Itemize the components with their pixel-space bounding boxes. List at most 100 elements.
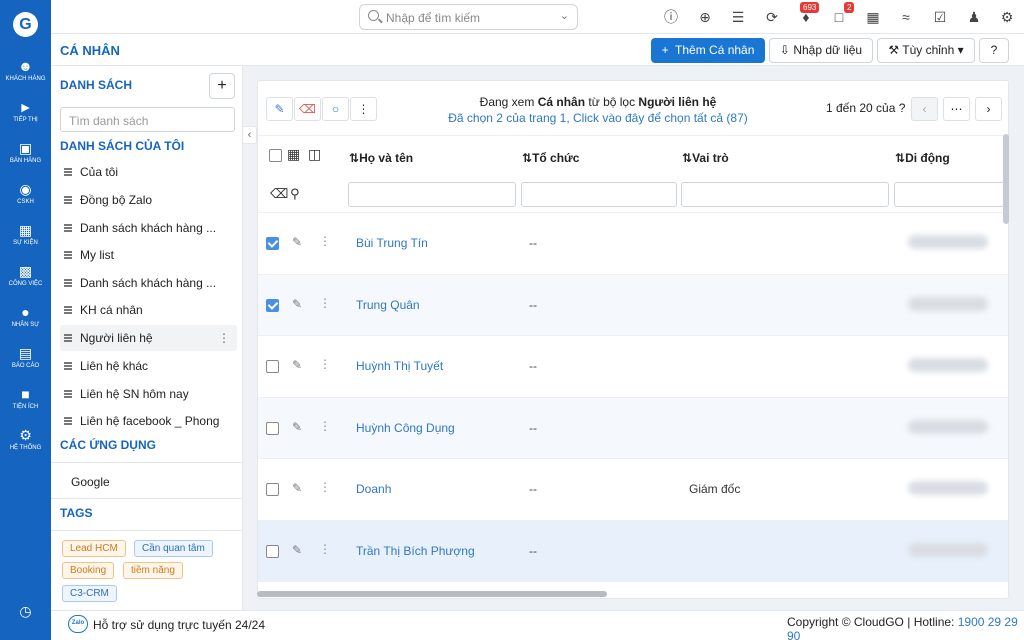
nav-item-support[interactable]: ◉ CSKH bbox=[0, 181, 51, 205]
list-item[interactable]: KH cá nhân bbox=[60, 297, 237, 323]
column-header-role[interactable]: ⇅Vai trò bbox=[682, 151, 729, 165]
list-item-selected[interactable]: Người liên hệ ⋮ bbox=[60, 325, 237, 351]
pencil-icon[interactable]: ✎ bbox=[292, 297, 302, 311]
nav-item-marketing[interactable]: ► TIẾP THỊ bbox=[0, 99, 51, 123]
row-checkbox[interactable] bbox=[266, 360, 279, 373]
tag-chip[interactable]: Booking bbox=[62, 562, 115, 579]
filter-mobile-input[interactable] bbox=[894, 182, 1006, 207]
main-nav-rail: G ☻ KHÁCH HÀNG ► TIẾP THỊ ▣ BÁN HÀNG ◉ CSKH … bbox=[0, 0, 51, 640]
horizontal-scrollbar[interactable] bbox=[257, 591, 607, 597]
list-item[interactable]: Liên hệ SN hôm nay bbox=[60, 381, 237, 407]
more-icon[interactable]: ⋮ bbox=[319, 419, 331, 433]
list-item[interactable]: Danh sách khách hàng ... bbox=[60, 215, 237, 241]
vertical-scrollbar[interactable] bbox=[1003, 134, 1009, 224]
customize-button[interactable]: ⚒ Tùy chỉnh ▾ bbox=[877, 38, 975, 63]
analytics-icon[interactable]: ≈ bbox=[897, 8, 915, 26]
list-item[interactable]: Đồng bộ Zalo bbox=[60, 187, 237, 213]
checkbox-icon[interactable]: ☑ bbox=[931, 8, 949, 26]
eraser-icon[interactable]: ⌫ bbox=[270, 186, 288, 202]
select-all-link[interactable]: Đã chọn 2 của trang 1, Click vào đây để … bbox=[398, 111, 798, 125]
next-page-button[interactable]: › bbox=[975, 97, 1002, 121]
nav-item-tasks[interactable]: ▩ CÔNG VIỆC bbox=[0, 263, 51, 287]
filter-name-input[interactable] bbox=[348, 182, 516, 207]
more-icon[interactable]: ⋮ bbox=[319, 357, 331, 371]
pencil-icon[interactable]: ✎ bbox=[292, 420, 302, 434]
tag-chip[interactable]: tiềm năng bbox=[123, 562, 183, 579]
list-item[interactable]: Danh sách khách hàng ... bbox=[60, 270, 237, 296]
columns-icon[interactable]: ◫ bbox=[308, 146, 321, 163]
list-icon[interactable]: ☰ bbox=[729, 8, 747, 26]
list-item[interactable]: My list bbox=[60, 242, 237, 268]
list-item[interactable]: Của tôi bbox=[60, 159, 237, 185]
column-header-organization[interactable]: ⇅Tổ chức bbox=[522, 151, 579, 165]
user-icon[interactable]: ♟ bbox=[965, 8, 983, 26]
collapse-sidebar-button[interactable]: ‹ bbox=[243, 126, 257, 144]
nav-item-system[interactable]: ⚙ HỆ THỐNG bbox=[0, 427, 51, 451]
filter-role-input[interactable] bbox=[681, 182, 889, 207]
nav-item-hr[interactable]: ● NHÂN SỰ bbox=[0, 304, 51, 328]
list-item[interactable]: Liên hệ facebook _ Phong bbox=[60, 408, 237, 434]
pencil-icon[interactable]: ✎ bbox=[292, 543, 302, 557]
app-logo[interactable]: G bbox=[13, 12, 38, 37]
app-item-google[interactable]: Google bbox=[71, 475, 110, 489]
pencil-icon[interactable]: ✎ bbox=[292, 481, 302, 495]
settings-icon[interactable]: ⚙ bbox=[998, 8, 1016, 26]
global-search-input[interactable]: Nhập để tìm kiếm ⌄ bbox=[359, 4, 578, 30]
message-selected-button[interactable]: ○ bbox=[322, 97, 349, 121]
support-link[interactable]: Hỗ trợ sử dụng trực tuyến 24/24 bbox=[93, 618, 265, 632]
more-actions-button[interactable]: ⋮ bbox=[350, 97, 377, 121]
more-icon[interactable]: ⋮ bbox=[319, 480, 331, 494]
filter-organization-input[interactable] bbox=[521, 182, 677, 207]
tag-chip[interactable]: Lead HCM bbox=[62, 540, 126, 557]
calendar-icon: ▦ bbox=[18, 222, 33, 238]
row-checkbox[interactable] bbox=[266, 237, 279, 250]
list-search-input[interactable]: Tìm danh sách bbox=[60, 107, 235, 132]
more-icon[interactable]: ⋮ bbox=[319, 234, 331, 248]
table-row[interactable]: ✎ ⋮ Trung Quân -- bbox=[258, 274, 1008, 336]
pencil-icon[interactable]: ✎ bbox=[292, 235, 302, 249]
search-icon[interactable]: ⚲ bbox=[290, 186, 300, 202]
delete-selected-button[interactable]: ⌫ bbox=[294, 97, 321, 121]
nav-item-utilities[interactable]: ■ TIỆN ÍCH bbox=[0, 386, 51, 410]
list-item[interactable]: Liên hệ khác bbox=[60, 353, 237, 379]
row-checkbox[interactable] bbox=[266, 299, 279, 312]
select-all-checkbox[interactable] bbox=[269, 149, 282, 162]
add-person-button[interactable]: + Thêm Cá nhân bbox=[651, 38, 765, 63]
pencil-icon[interactable]: ✎ bbox=[292, 358, 302, 372]
column-header-mobile[interactable]: ⇅Di động bbox=[895, 151, 950, 165]
list-icon bbox=[64, 390, 72, 397]
add-list-button[interactable]: + bbox=[209, 73, 235, 99]
prev-page-button[interactable]: ‹ bbox=[911, 97, 938, 121]
column-header-name[interactable]: ⇅Họ và tên bbox=[349, 151, 413, 165]
nav-item-sales[interactable]: ▣ BÁN HÀNG bbox=[0, 140, 51, 164]
table-view-icon[interactable]: ▦ bbox=[287, 146, 300, 163]
edit-selected-button[interactable]: ✎ bbox=[266, 97, 293, 121]
help-button[interactable]: ? bbox=[979, 38, 1009, 63]
more-icon[interactable]: ⋮ bbox=[319, 296, 331, 310]
add-circle-icon[interactable]: ⊕ bbox=[696, 8, 714, 26]
table-row[interactable]: ✎ ⋮ Bùi Trung Tín -- bbox=[258, 212, 1008, 274]
row-checkbox[interactable] bbox=[266, 483, 279, 496]
tag-chip[interactable]: Cần quan tâm bbox=[134, 540, 213, 557]
more-icon[interactable]: ⋮ bbox=[319, 542, 331, 556]
page-options-button[interactable]: ⋯ bbox=[943, 97, 970, 121]
table-row[interactable]: ✎ ⋮ Doanh -- Giám đốc bbox=[258, 458, 1008, 520]
info-icon[interactable]: ⓘ bbox=[662, 8, 680, 26]
table-row[interactable]: ✎ ⋮ Trần Thị Bích Phượng -- bbox=[258, 520, 1008, 582]
chevron-down-icon[interactable]: ⌄ bbox=[560, 9, 569, 22]
row-checkbox[interactable] bbox=[266, 545, 279, 558]
list-icon bbox=[64, 306, 72, 313]
more-icon[interactable]: ⋮ bbox=[218, 325, 230, 351]
import-data-button[interactable]: ⇩ Nhập dữ liệu bbox=[769, 38, 873, 63]
nav-item-reports[interactable]: ▤ BÁO CÁO bbox=[0, 345, 51, 369]
nav-item-events[interactable]: ▦ SỰ KIỆN bbox=[0, 222, 51, 246]
tag-chip[interactable]: C3-CRM bbox=[62, 585, 117, 602]
nav-item-customers[interactable]: ☻ KHÁCH HÀNG bbox=[0, 58, 51, 82]
refresh-icon[interactable]: ⟳ bbox=[763, 8, 781, 26]
table-row[interactable]: ✎ ⋮ Huỳnh Thị Tuyết -- bbox=[258, 335, 1008, 397]
table-row[interactable]: ✎ ⋮ Huỳnh Công Dụng -- bbox=[258, 397, 1008, 459]
row-checkbox[interactable] bbox=[266, 422, 279, 435]
nav-item-clock[interactable]: ◷ bbox=[0, 603, 51, 619]
zalo-icon[interactable]: Zalo bbox=[68, 615, 88, 633]
calendar-icon[interactable]: ▦ bbox=[864, 8, 882, 26]
